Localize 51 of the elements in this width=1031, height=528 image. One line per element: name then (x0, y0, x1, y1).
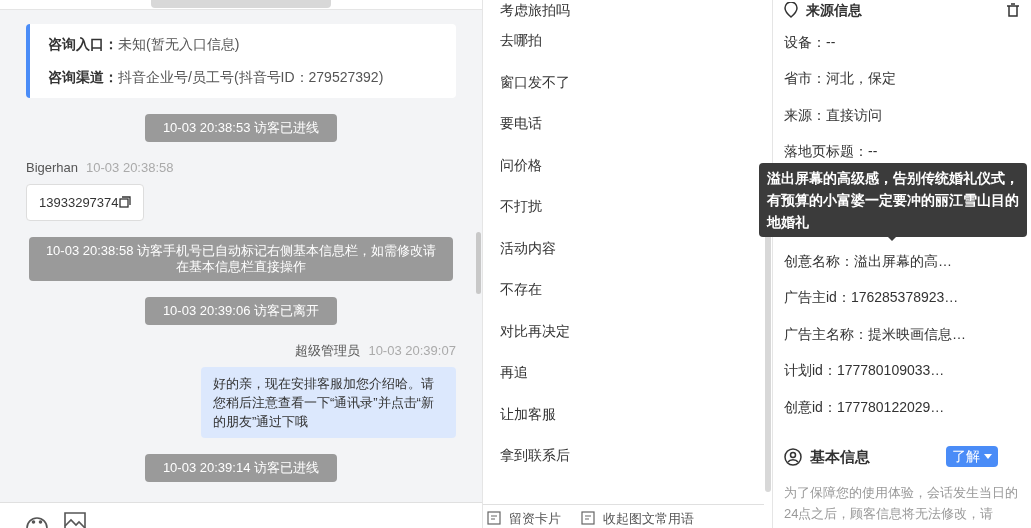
section-title: 来源信息 (806, 0, 862, 20)
info-row-text: 来源：直接访问 (784, 105, 883, 125)
info-row-text: 广告主名称：提米映画信息… (784, 324, 967, 344)
quick-reply-item[interactable]: 对比再决定 (499, 310, 747, 352)
sender-name: 超级管理员 (295, 342, 361, 360)
quick-reply-item[interactable]: 让加客服 (499, 393, 747, 435)
quick-reply-item[interactable]: 活动内容 (499, 227, 747, 269)
section-title: 基本信息 (810, 446, 870, 467)
caret-icon (984, 454, 992, 460)
trash-icon[interactable] (1006, 3, 1020, 17)
tooltip: 溢出屏幕的高级感，告别传统婚礼仪式，有预算的小富婆一定要冲的丽江雪山目的地婚礼 (759, 163, 1027, 237)
quick-reply-item[interactable]: 问价格 (499, 144, 747, 186)
phone-number: 13933297374 (39, 193, 119, 212)
footer-link[interactable]: 留资卡片 (508, 508, 561, 528)
field-value: 抖音企业号/员工号(抖音号ID：279527392) (118, 68, 384, 87)
info-row-text: 创意id：177780122029… (784, 397, 946, 417)
field-label: 咨询入口： (48, 35, 118, 54)
info-row-text: 设备：-- (784, 32, 837, 52)
info-row-text: 创意名称：溢出屏幕的高… (784, 251, 953, 271)
quick-reply-item[interactable]: 拿到联系后 (499, 435, 747, 477)
location-pin-icon (784, 2, 798, 18)
message-time: 10-03 20:39:07 (368, 342, 456, 360)
copy-icon[interactable] (118, 196, 131, 209)
system-notice: 10-03 20:38:53 访客已进线 (144, 114, 337, 142)
document-icon (486, 511, 501, 526)
quick-reply-item[interactable]: 考虑旅拍吗 (499, 0, 747, 20)
info-row-text: 省市：河北，保定 (784, 69, 897, 89)
field-value: 未知(暂无入口信息) (118, 35, 240, 54)
system-notice: 10-03 20:39:14 访客已进线 (144, 453, 337, 482)
message-time: 10-03 20:38:58 (86, 159, 174, 177)
quick-reply-item[interactable]: 去哪拍 (499, 20, 747, 62)
document-icon (580, 511, 595, 526)
quick-reply-item[interactable]: 不存在 (499, 269, 747, 311)
quick-reply-item[interactable]: 窗口发不了 (499, 61, 747, 103)
field-label: 咨询渠道： (48, 68, 118, 87)
info-row-text: 计划id：177780109033… (784, 361, 946, 381)
message-bubble: 好的亲，现在安排客服加您介绍哈。请您稍后注意查看一下“通讯录”并点击“新的朋友”通过下哦 (200, 366, 456, 438)
user-circle-icon (784, 447, 802, 466)
info-row-text: 广告主id：176285378923… (784, 288, 960, 308)
quick-reply-item[interactable]: 要电话 (499, 103, 747, 145)
sender-name: Bigerhan (26, 159, 79, 177)
image-icon[interactable] (64, 512, 86, 528)
system-notice: 10-03 20:39:06 访客已离开 (144, 297, 337, 325)
scrollbar[interactable] (150, 0, 331, 8)
tooltip-arrow (887, 236, 897, 241)
quick-reply-item[interactable]: 不打扰 (499, 186, 747, 228)
quick-reply-item[interactable]: 再追 (499, 352, 747, 394)
notice-text: 为了保障您的使用体验，会话发生当日的24点之后，顾客信息将无法修改，请 (784, 484, 1019, 523)
footer-link[interactable]: 收起图文常用语 (602, 508, 694, 528)
system-notice: 10-03 20:38:58 访客手机号已自动标记右侧基本信息栏，如需修改请在基本信息栏直接操作 (28, 237, 453, 281)
info-row-text: 落地页标题：-- (784, 142, 879, 162)
